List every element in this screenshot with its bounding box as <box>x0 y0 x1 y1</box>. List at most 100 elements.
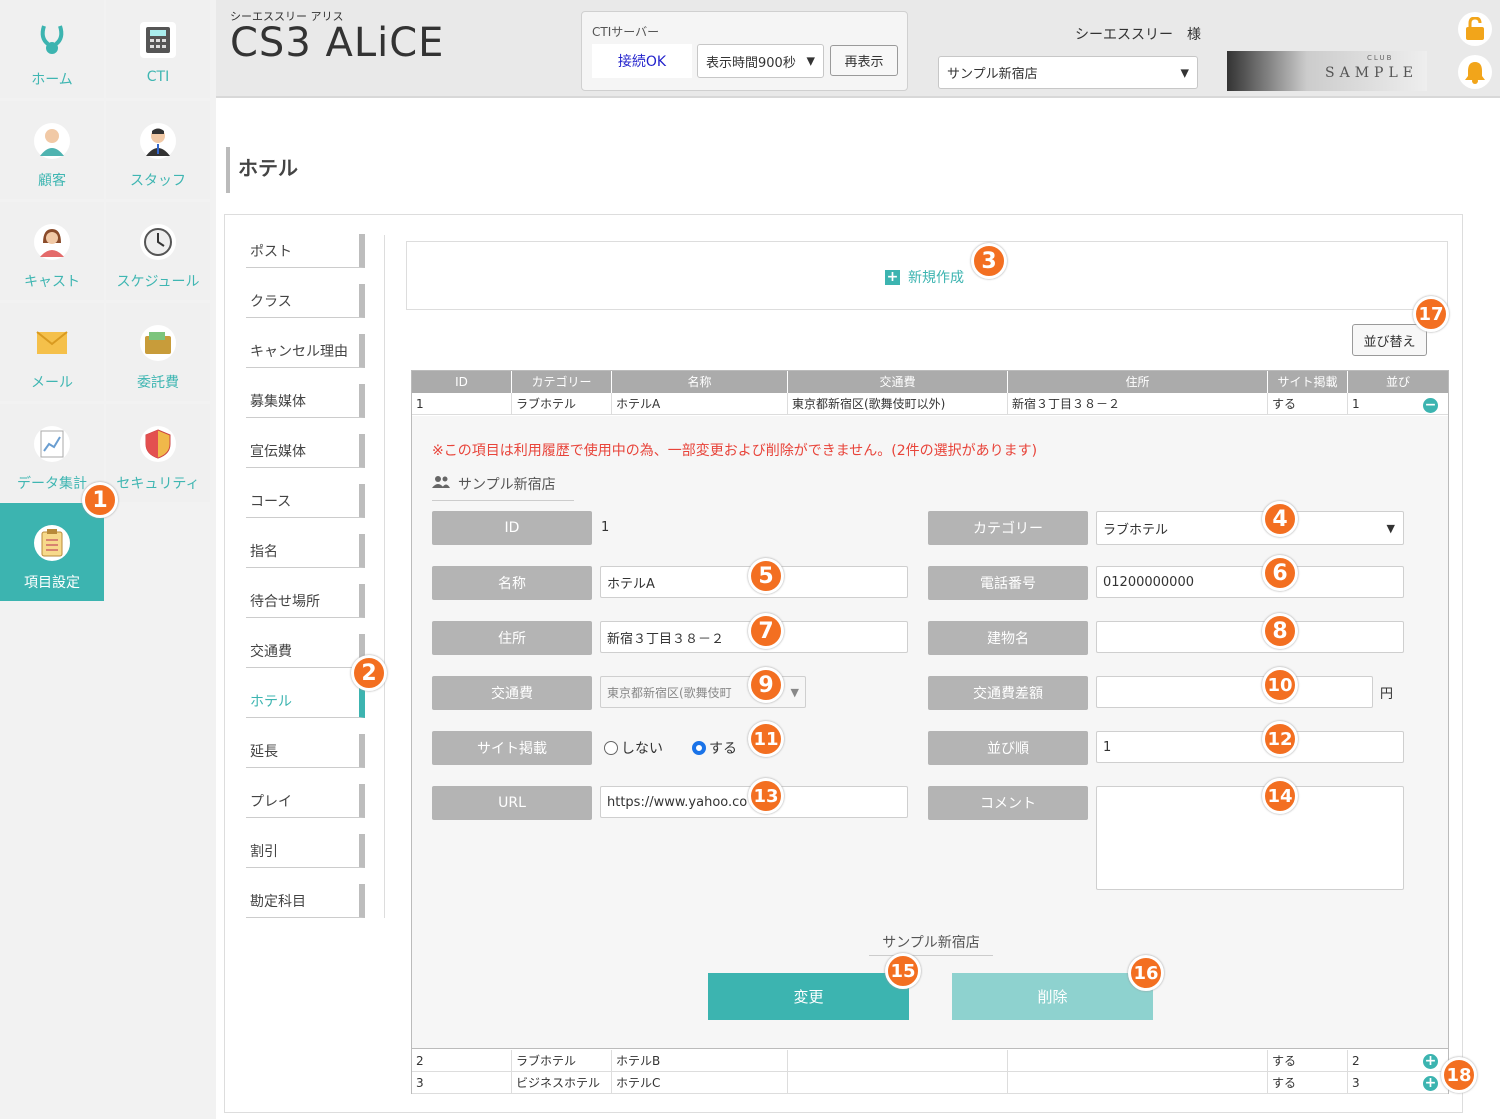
bell-icon[interactable] <box>1458 55 1492 89</box>
name-label: 名称 <box>432 566 592 600</box>
store-select[interactable]: サンプル新宿店 ▼ <box>938 56 1198 89</box>
badge: 7 <box>748 613 784 649</box>
order-input[interactable]: 1 <box>1096 731 1404 763</box>
clock-icon <box>140 224 176 260</box>
app-title: CS3 ALiCE <box>230 20 445 66</box>
menu-item[interactable]: クラス <box>246 284 365 318</box>
address-label: 住所 <box>432 621 592 655</box>
store-section: サンプル新宿店 <box>432 474 574 501</box>
nav-label: CTI <box>146 69 170 85</box>
badge: 2 <box>351 655 387 691</box>
menu-item[interactable]: プレイ <box>246 784 365 818</box>
change-button[interactable]: 変更 <box>708 973 909 1020</box>
menu-item[interactable]: 指名 <box>246 534 365 568</box>
badge: 5 <box>748 558 784 594</box>
menu-item[interactable]: キャンセル理由 <box>246 334 365 368</box>
expand-icon[interactable]: + <box>1423 1076 1438 1091</box>
radio-unchecked-icon <box>604 741 618 755</box>
comment-textarea[interactable] <box>1096 786 1404 890</box>
menu-item[interactable]: 待合せ場所 <box>246 584 365 618</box>
menu-item[interactable]: 募集媒体 <box>246 384 365 418</box>
badge: 14 <box>1262 778 1298 814</box>
display-time-select[interactable]: 表示時間900秒 ▼ <box>697 44 824 78</box>
menu-item[interactable]: 割引 <box>246 834 365 868</box>
nav-label: 項目設定 <box>24 575 80 591</box>
badge: 1 <box>82 482 118 518</box>
table-row[interactable]: 1 ラブホテル ホテルA 東京都新宿区(歌舞伎町以外) 新宿３丁目３８－２ する… <box>412 393 1448 415</box>
nav-item-settings[interactable]: 項目設定 <box>0 503 104 601</box>
badge: 3 <box>971 243 1007 279</box>
yen-unit: 円 <box>1380 687 1394 702</box>
category-select[interactable]: ラブホテル ▼ <box>1096 511 1404 545</box>
phone-input[interactable]: 01200000000 <box>1096 566 1404 598</box>
nav-security[interactable]: セキュリティ <box>106 404 210 502</box>
cell <box>1008 1050 1268 1072</box>
comment-label: コメント <box>928 786 1088 820</box>
title-bar <box>226 147 230 193</box>
new-create-panel: + 新規作成 <box>406 241 1448 310</box>
cell: 新宿３丁目３８－２ <box>1008 393 1268 415</box>
new-create-button[interactable]: + 新規作成 <box>885 267 964 287</box>
menu-item[interactable]: 交通費 <box>246 634 365 668</box>
store-name: サンプル新宿店 <box>458 477 556 493</box>
nav-label: 委託費 <box>137 375 179 391</box>
rabbit-logo-icon <box>34 22 70 58</box>
fare-diff-input[interactable] <box>1096 676 1373 708</box>
cast-icon <box>34 224 70 260</box>
cti-status: 接続OK <box>592 44 692 78</box>
nav-mail[interactable]: メール <box>0 303 104 401</box>
table-row[interactable]: 3 ビジネスホテル ホテルC する 3 + <box>412 1072 1448 1094</box>
cell: する <box>1268 1050 1348 1072</box>
column-header: ID <box>412 371 512 393</box>
badge: 16 <box>1128 955 1164 991</box>
chevron-down-icon: ▼ <box>790 685 799 699</box>
nav-commission[interactable]: 委託費 <box>106 303 210 401</box>
users-icon <box>432 476 450 492</box>
cell: ホテルB <box>612 1050 788 1072</box>
radio-no[interactable]: しない <box>604 738 663 758</box>
radio-yes[interactable]: する <box>692 738 737 758</box>
nav-cti[interactable]: CTI <box>106 0 210 98</box>
refresh-button[interactable]: 再表示 <box>830 45 898 76</box>
column-header: 名称 <box>612 371 788 393</box>
nav-staff[interactable]: スタッフ <box>106 101 210 199</box>
unlock-icon[interactable] <box>1458 12 1492 46</box>
collapse-icon[interactable]: − <box>1423 398 1438 413</box>
site-label: サイト掲載 <box>432 731 592 765</box>
expand-icon[interactable]: + <box>1423 1054 1438 1069</box>
menu-item[interactable]: 延長 <box>246 734 365 768</box>
nav-schedule[interactable]: スケジュール <box>106 202 210 300</box>
sidebar: ホーム CTI 顧客 スタッフ キャスト スケジュール メール 委託費 データ集… <box>0 0 216 1119</box>
delete-button[interactable]: 削除 <box>952 973 1153 1020</box>
menu-item-hotel[interactable]: ホテル <box>246 684 365 718</box>
badge: 8 <box>1262 613 1298 649</box>
nav-cast[interactable]: キャスト <box>0 202 104 300</box>
fare-label: 交通費 <box>432 676 592 710</box>
cell: ビジネスホテル <box>512 1072 612 1094</box>
badge: 11 <box>748 721 784 757</box>
cell: ホテルA <box>612 393 788 415</box>
sort-button[interactable]: 並び替え <box>1352 324 1427 356</box>
nav-customer[interactable]: 顧客 <box>0 101 104 199</box>
wallet-icon <box>140 325 176 361</box>
radio-no-label: しない <box>621 741 663 757</box>
chart-icon <box>34 426 70 462</box>
fare-value: 東京都新宿区(歌舞伎町 <box>607 685 732 700</box>
chevron-down-icon: ▼ <box>1180 66 1189 79</box>
display-time-value: 表示時間900秒 <box>706 55 796 71</box>
table-row[interactable]: 2 ラブホテル ホテルB する 2 + <box>412 1050 1448 1072</box>
nav-label: 顧客 <box>38 173 66 189</box>
cell <box>788 1072 1008 1094</box>
warning-text: ※この項目は利用履歴で使用中の為、一部変更および削除ができません。(2件の選択が… <box>432 443 1038 459</box>
menu-item[interactable]: 宣伝媒体 <box>246 434 365 468</box>
building-input[interactable] <box>1096 621 1404 653</box>
user-name: シーエススリー 様 <box>1075 27 1201 43</box>
building-label: 建物名 <box>928 621 1088 655</box>
nav-home[interactable]: ホーム <box>0 0 104 98</box>
radio-checked-icon <box>692 741 706 755</box>
menu-item[interactable]: 勘定科目 <box>246 884 365 918</box>
plus-square-icon: + <box>885 268 900 285</box>
menu-item[interactable]: コース <box>246 484 365 518</box>
menu-item[interactable]: ポスト <box>246 234 365 268</box>
store-banner: CLUB SAMPLE <box>1227 51 1427 91</box>
